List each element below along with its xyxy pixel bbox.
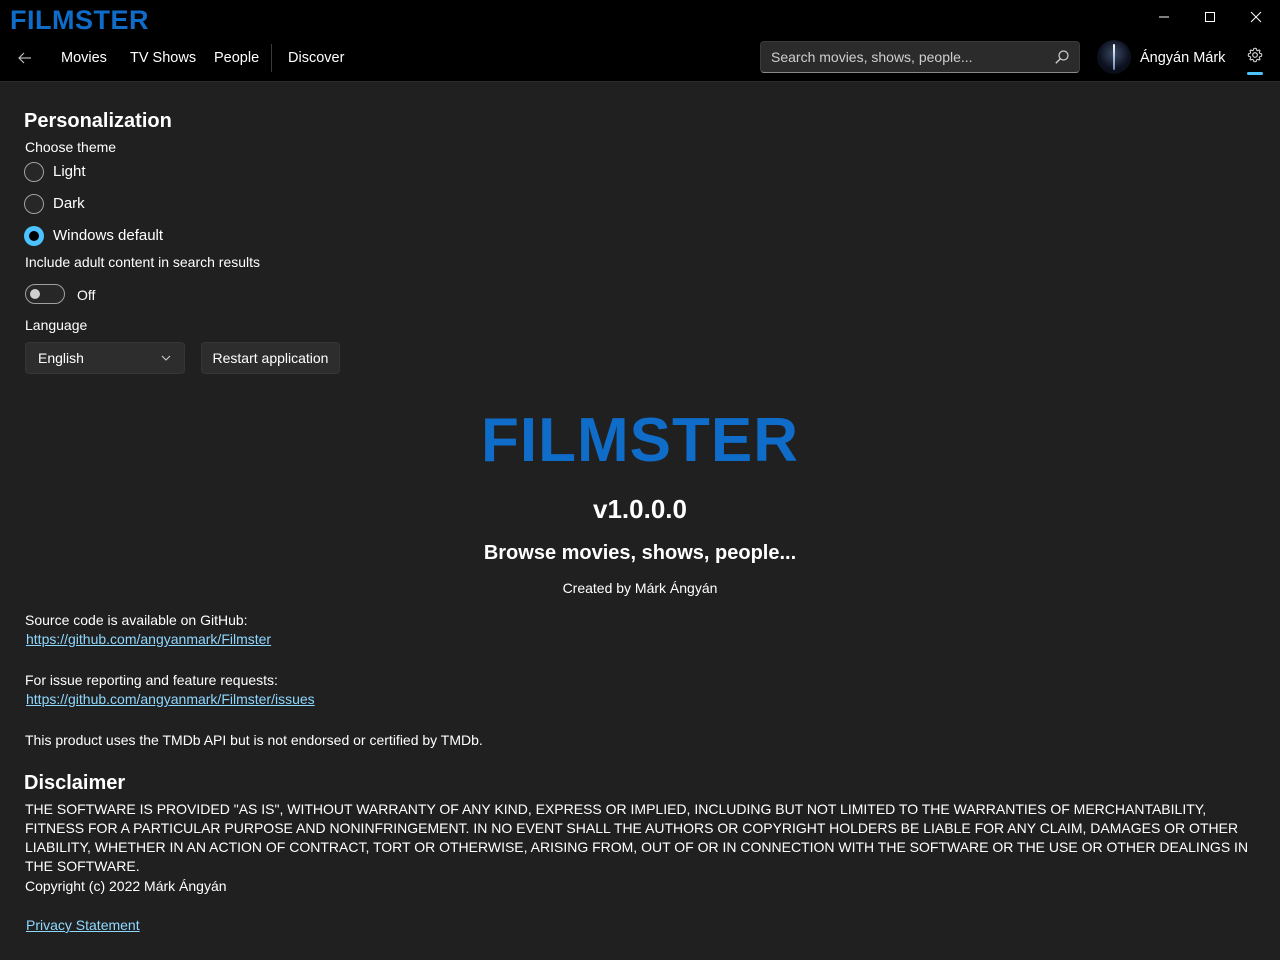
back-button[interactable]: [10, 44, 40, 72]
adult-content-toggle[interactable]: [25, 284, 65, 304]
title-bar: FILMSTER Movies TV Shows People Discover…: [0, 0, 1280, 82]
radio-button-selected[interactable]: [24, 226, 44, 246]
maximize-button[interactable]: [1187, 0, 1233, 34]
language-select-value: English: [38, 350, 84, 366]
created-by: Created by Márk Ángyán: [562, 580, 718, 596]
user-name[interactable]: Ángyán Márk: [1140, 49, 1225, 67]
search-icon[interactable]: [1054, 49, 1070, 65]
search-input[interactable]: [761, 42, 1046, 72]
gear-icon: [1247, 47, 1263, 63]
privacy-statement-link[interactable]: Privacy Statement: [26, 917, 140, 933]
disclaimer-heading: Disclaimer: [24, 772, 126, 794]
version-text: v1.0.0.0: [593, 494, 687, 524]
toggle-state-label: Off: [77, 287, 96, 303]
nav-people[interactable]: People: [214, 49, 259, 67]
minimize-button[interactable]: [1141, 0, 1187, 34]
radio-button[interactable]: [24, 194, 44, 214]
github-link[interactable]: https://github.com/angyanmark/Filmster: [26, 631, 271, 647]
adult-content-label: Include adult content in search results: [25, 254, 261, 270]
nav-separator: [271, 44, 272, 72]
tmdb-notice: This product uses the TMDb API but is no…: [25, 732, 483, 748]
close-icon: [1250, 11, 1262, 23]
tagline: Browse movies, shows, people...: [483, 542, 797, 564]
github-issues-link[interactable]: https://github.com/angyanmark/Filmster/i…: [26, 691, 315, 707]
nav-tv-shows[interactable]: TV Shows: [130, 49, 196, 67]
source-code-label: Source code is available on GitHub:: [25, 612, 248, 628]
nav-discover[interactable]: Discover: [288, 49, 344, 67]
theme-option-dark[interactable]: Dark: [24, 192, 85, 216]
personalization-heading: Personalization: [24, 110, 172, 132]
settings-selected-indicator: [1247, 72, 1263, 75]
about-logo: FILMSTER: [481, 406, 799, 475]
radio-button[interactable]: [24, 162, 44, 182]
radio-label: Dark: [53, 195, 85, 212]
disclaimer-text: THE SOFTWARE IS PROVIDED "AS IS", WITHOU…: [25, 801, 1249, 874]
restart-application-button[interactable]: Restart application: [201, 342, 340, 374]
maximize-icon: [1205, 12, 1215, 22]
settings-button[interactable]: [1240, 42, 1270, 76]
toggle-knob: [30, 289, 40, 299]
issues-label: For issue reporting and feature requests…: [25, 672, 278, 688]
back-arrow-icon: [18, 52, 31, 64]
close-button[interactable]: [1233, 0, 1279, 34]
avatar[interactable]: [1097, 40, 1131, 74]
radio-label: Windows default: [53, 227, 164, 244]
copyright-text: Copyright (c) 2022 Márk Ángyán: [25, 878, 227, 894]
theme-label: Choose theme: [25, 139, 117, 155]
minimize-icon: [1159, 16, 1169, 18]
settings-page: Personalization Choose theme Light Dark …: [0, 83, 1280, 960]
search-box[interactable]: [760, 41, 1080, 73]
chevron-down-icon: [161, 355, 171, 361]
nav-movies[interactable]: Movies: [61, 49, 107, 67]
theme-option-windows-default[interactable]: Windows default: [24, 224, 163, 248]
app-logo: FILMSTER: [10, 5, 149, 35]
radio-label: Light: [53, 163, 86, 180]
language-select[interactable]: English: [25, 342, 185, 374]
theme-option-light[interactable]: Light: [24, 160, 86, 184]
language-label: Language: [25, 317, 88, 333]
